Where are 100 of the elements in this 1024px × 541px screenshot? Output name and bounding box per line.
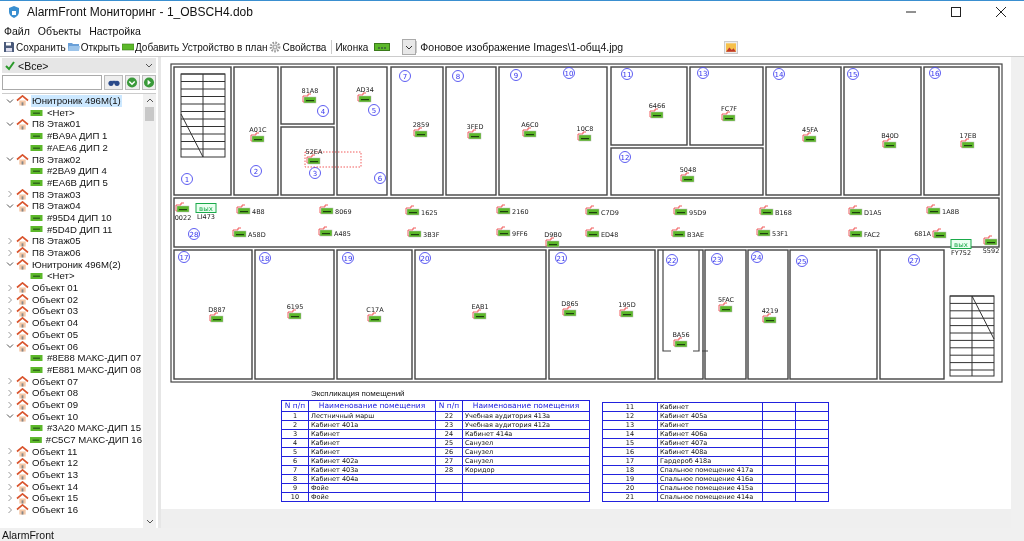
detector-icon[interactable] xyxy=(848,227,863,238)
scroll-up-icon[interactable] xyxy=(145,98,154,103)
tree-item[interactable]: Объект 09 xyxy=(31,398,79,411)
scroll-down-icon[interactable] xyxy=(145,519,154,524)
device-icon xyxy=(30,273,43,280)
tree-item[interactable]: П8 Этаж01 xyxy=(31,118,82,130)
toolbar-button[interactable]: Сохранить xyxy=(3,41,68,53)
toolbar-button[interactable]: Открыть xyxy=(67,41,122,53)
detector-icon[interactable] xyxy=(496,226,511,237)
detector-icon[interactable] xyxy=(756,226,771,237)
tree-item[interactable]: Объект 01 xyxy=(31,282,79,294)
tree-item[interactable]: #BA9A ДИП 1 xyxy=(46,130,109,142)
menu-item[interactable]: Объекты xyxy=(37,24,82,37)
detector-icon[interactable] xyxy=(306,154,321,165)
detector-icon[interactable] xyxy=(960,138,975,149)
tree-item[interactable]: Объект 11 xyxy=(31,445,79,458)
tree-item[interactable]: Объект 08 xyxy=(31,387,79,399)
detector-icon[interactable] xyxy=(472,309,487,320)
tree-item[interactable]: П8 Этаж05 xyxy=(31,235,82,247)
tree-item[interactable]: Объект 16 xyxy=(31,504,79,516)
detector-icon[interactable] xyxy=(413,127,428,138)
detector-icon[interactable] xyxy=(405,205,420,216)
filter-dropdown[interactable]: <Все> xyxy=(2,58,156,73)
detector-icon[interactable] xyxy=(522,127,537,138)
scrollbar-thumb[interactable] xyxy=(145,107,154,121)
tree-item[interactable]: Объект 07 xyxy=(31,375,79,388)
toolbar-button[interactable]: Добавить Устройство в план xyxy=(122,41,270,53)
detector-icon[interactable] xyxy=(848,205,863,216)
detector-icon[interactable] xyxy=(318,226,333,237)
detector-icon[interactable] xyxy=(319,204,334,215)
tree-item[interactable]: #E881 МАКС-ДИП 08 xyxy=(46,363,143,376)
detector-icon[interactable] xyxy=(673,205,688,216)
tree-item[interactable]: #EA6B ДИП 5 xyxy=(46,176,109,189)
detector-icon[interactable] xyxy=(407,227,422,238)
detector-icon[interactable] xyxy=(302,93,317,104)
detector-icon[interactable] xyxy=(287,309,302,320)
tree-item[interactable]: #2BA9 ДИП 4 xyxy=(46,165,108,177)
maximize-icon[interactable] xyxy=(951,7,961,17)
detector-icon[interactable] xyxy=(357,92,372,103)
detector-icon[interactable] xyxy=(496,204,511,215)
tree-item[interactable]: Объект 05 xyxy=(31,328,79,341)
detector-icon[interactable] xyxy=(882,138,897,149)
detector-icon[interactable] xyxy=(680,172,695,183)
detector-icon[interactable] xyxy=(467,129,482,140)
tree-item[interactable]: <Нет> xyxy=(46,270,76,282)
tree-item[interactable]: Юнитроник 496М(1) xyxy=(31,95,122,107)
close-icon[interactable] xyxy=(996,7,1006,17)
tree-item[interactable]: #AEA6 ДИП 2 xyxy=(46,141,109,154)
detector-icon[interactable] xyxy=(585,205,600,216)
detector-icon[interactable] xyxy=(802,132,817,143)
detector-icon[interactable] xyxy=(367,312,382,323)
detector-icon[interactable] xyxy=(585,227,600,238)
tree-item[interactable]: #5D4D ДИП 11 xyxy=(46,223,114,236)
detector-icon[interactable] xyxy=(619,307,634,318)
detector-icon[interactable] xyxy=(721,111,736,122)
detector-icon[interactable] xyxy=(209,312,224,323)
search-field[interactable] xyxy=(2,75,102,90)
tree-item[interactable]: Объект 12 xyxy=(31,457,79,469)
tree-item[interactable]: #3A20 МАКС-ДИП 15 xyxy=(46,422,143,434)
tree-item[interactable]: Объект 14 xyxy=(31,480,79,493)
detector-icon[interactable] xyxy=(932,228,947,239)
detector-icon[interactable] xyxy=(175,202,190,213)
menu-item[interactable]: Настройка xyxy=(89,24,141,37)
detector-icon[interactable] xyxy=(759,205,774,216)
detector-icon[interactable] xyxy=(236,204,251,215)
tree-item[interactable]: Объект 13 xyxy=(31,469,79,481)
find-button[interactable] xyxy=(104,75,124,90)
tree-item[interactable]: Объект 04 xyxy=(31,317,79,329)
detector-icon[interactable] xyxy=(577,131,592,142)
detector-icon[interactable] xyxy=(673,337,688,348)
tree-item[interactable]: Объект 03 xyxy=(31,305,79,317)
dropdown-button[interactable] xyxy=(402,39,417,55)
tree-item[interactable]: #8E88 МАКС-ДИП 07 xyxy=(46,352,143,364)
detector-icon[interactable] xyxy=(250,132,265,143)
detector-icon[interactable] xyxy=(649,108,664,119)
detector-icon[interactable] xyxy=(926,204,941,215)
detector-icon[interactable] xyxy=(232,227,247,238)
detector-icon[interactable] xyxy=(562,306,577,317)
tree-item[interactable]: Объект 06 xyxy=(31,340,79,353)
next-button[interactable] xyxy=(141,75,156,90)
detector-icon[interactable] xyxy=(983,235,998,246)
detector-icon[interactable] xyxy=(762,313,777,324)
tree-item[interactable]: П8 Этаж06 xyxy=(31,247,82,259)
tree-item[interactable]: <Нет> xyxy=(46,106,76,119)
tree-item[interactable]: П8 Этаж04 xyxy=(31,200,82,212)
menu-item[interactable]: Файл xyxy=(4,24,30,37)
down-button[interactable] xyxy=(125,75,140,90)
detector-icon[interactable] xyxy=(718,302,733,313)
tree-item[interactable]: #95D4 ДИП 10 xyxy=(46,211,113,224)
tree-item[interactable]: Юнитроник 496М(2) xyxy=(31,258,122,271)
tree-item[interactable]: П8 Этаж03 xyxy=(31,188,82,201)
image-button[interactable] xyxy=(724,40,739,54)
tree-item[interactable]: Объект 10 xyxy=(31,410,79,423)
tree-item[interactable]: #C5C7 МАКС-ДИП 16 xyxy=(44,434,143,446)
detector-icon[interactable] xyxy=(545,237,560,248)
toolbar-button[interactable]: Свойства xyxy=(269,41,329,53)
detector-icon[interactable] xyxy=(671,227,686,238)
tree-item[interactable]: П8 Этаж02 xyxy=(31,153,82,166)
tree-item[interactable]: Объект 15 xyxy=(31,492,79,504)
tree-item[interactable]: Объект 02 xyxy=(31,293,79,306)
